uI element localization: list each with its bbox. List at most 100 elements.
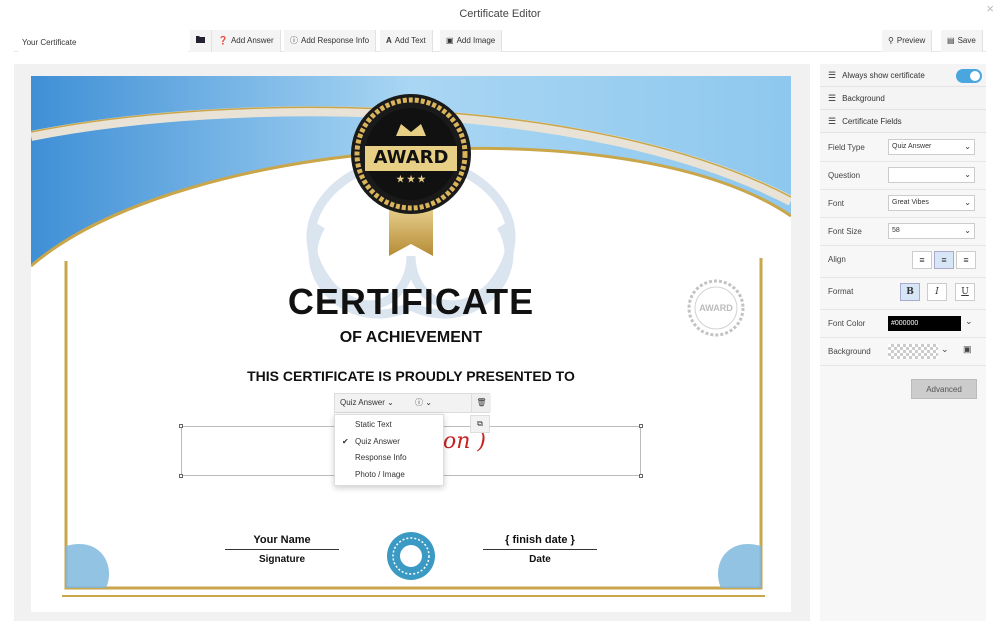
question-row: Question ⌄ [820,162,986,190]
info-icon: ⓘ [290,36,298,45]
chevron-down-icon: ⌄ [387,398,394,407]
dropdown-option-response-info[interactable]: Response Info [335,450,443,467]
chevron-down-icon: ⌄ [425,398,432,407]
question-select[interactable]: ⓘ ⌄ [415,394,432,412]
question-panel-select[interactable]: ⌄ [888,167,975,183]
question-circle-icon: ❓ [218,36,228,45]
signature-name: Your Name [225,534,339,550]
background-header-label: Background [842,94,885,103]
add-text-button[interactable]: A Add Text [380,30,433,52]
chevron-down-icon[interactable]: ⌄ [965,316,973,327]
resize-handle-tr[interactable] [639,424,643,428]
date-value: { finish date } [483,534,597,550]
trash-icon: 🗑 [476,398,487,407]
always-show-toggle[interactable] [956,69,982,83]
align-left-button[interactable]: ≡ [912,251,932,269]
underline-button[interactable]: U [955,283,975,301]
field-type-dropdown: Static Text ✔ Quiz Answer Response Info P… [334,414,444,486]
properties-panel: ☰ Always show certificate ☰ Background ☰ Ce… [820,64,986,621]
folder-button[interactable] [190,30,212,52]
bold-button[interactable]: B [900,283,920,301]
resize-handle-tl[interactable] [179,424,183,428]
certificate-page: AWARD ★ ★ ★ AWARD CERTIFICATE OF ACHIEVE… [31,76,791,612]
add-response-info-button[interactable]: ⓘ Add Response Info [284,30,377,52]
medal-label: AWARD [373,147,449,168]
option-label: Quiz Answer [355,436,400,446]
format-label: Format [828,287,854,296]
dropdown-option-quiz-answer[interactable]: ✔ Quiz Answer [335,434,443,451]
align-right-button[interactable]: ≡ [956,251,976,269]
align-row: Align ≡ ≡ ≡ [820,246,986,278]
align-center-icon: ≡ [941,255,947,265]
background-section-header[interactable]: ☰ Background [820,87,986,110]
preview-label: Preview [896,36,926,45]
close-icon[interactable]: × [986,1,994,16]
background-label: Background [828,347,871,356]
option-label: Photo / Image [355,469,405,479]
add-text-label: Add Text [394,36,426,45]
save-button[interactable]: ▤ Save [941,30,983,52]
field-type-row: Field Type Quiz Answer ⌄ [820,134,986,162]
format-row: Format B I U [820,278,986,310]
italic-button[interactable]: I [927,283,947,301]
editor-toolbar: ❓Add Answer ⓘAdd Response Info AAdd Text… [14,30,986,52]
date-block: { finish date } Date [483,534,597,565]
always-show-label: Always show certificate [842,71,925,80]
dropdown-option-photo-image[interactable]: Photo / Image [335,467,443,484]
preview-button[interactable]: ⚲ Preview [882,30,933,52]
add-image-label: Add Image [456,36,496,45]
font-size-select[interactable]: 58 ⌄ [888,223,975,239]
font-value: Great Vibes [892,199,929,206]
advanced-button[interactable]: Advanced [911,379,977,399]
always-show-row: ☰ Always show certificate [820,64,986,87]
background-color-swatch[interactable] [888,344,938,359]
align-right-icon: ≡ [963,255,969,265]
certificate-subtitle: OF ACHIEVEMENT [339,329,483,346]
delete-field-button[interactable]: 🗑 [471,394,491,412]
resize-handle-bl[interactable] [179,474,183,478]
chevron-down-icon: ⌄ [964,142,971,151]
font-row: Font Great Vibes ⌄ [820,190,986,218]
medal-stars: ★ ★ ★ [396,174,426,184]
image-icon[interactable]: ▣ [963,344,972,355]
option-label: Static Text [355,420,392,429]
resize-handle-br[interactable] [639,474,643,478]
chevron-down-icon: ⌄ [964,198,971,207]
certificate-canvas: AWARD ★ ★ ★ AWARD CERTIFICATE OF ACHIEVE… [14,64,810,621]
certificate-fields-section-header[interactable]: ☰ Certificate Fields [820,110,986,133]
copy-icon: ⧉ [477,419,483,428]
seal-number: 1 [407,549,415,565]
font-size-label: Font Size [828,227,862,236]
question-label: Question [828,171,861,180]
menu-icon: ☰ [828,93,837,103]
certificate-editor-window: Certificate Editor × ❓Add Answer ⓘAdd Re… [0,0,1000,626]
add-image-button[interactable]: ▣ Add Image [440,30,503,52]
text-icon: A [386,36,392,45]
align-center-button[interactable]: ≡ [934,251,954,269]
folder-icon [196,36,205,45]
font-color-row: Font Color #000000 ⌄ [820,310,986,338]
signature-block: Your Name Signature [225,534,339,565]
align-label: Align [828,255,846,264]
certificate-name-input[interactable] [18,32,188,52]
font-size-value: 58 [892,227,900,234]
presented-to-text: THIS CERTIFICATE IS PROUDLY PRESENTED TO [247,368,575,384]
field-type-panel-select[interactable]: Quiz Answer ⌄ [888,139,975,155]
font-color-swatch[interactable]: #000000 [888,316,961,331]
align-left-icon: ≡ [919,255,925,265]
date-label: Date [529,554,551,565]
certificate-title: CERTIFICATE [287,281,535,322]
font-label: Font [828,199,845,208]
dropdown-option-static-text[interactable]: Static Text [335,417,443,434]
signature-label: Signature [258,554,306,565]
font-select[interactable]: Great Vibes ⌄ [888,195,975,211]
image-icon: ▣ [446,36,454,45]
question-circle-icon: ⓘ [415,398,423,407]
copy-field-button[interactable]: ⧉ [470,415,490,433]
fields-header-label: Certificate Fields [842,117,902,126]
add-answer-button[interactable]: ❓ Add Answer [212,30,281,52]
field-type-select[interactable]: Quiz Answer ⌄ [340,394,394,412]
chevron-down-icon[interactable]: ⌄ [941,344,949,355]
font-size-row: Font Size 58 ⌄ [820,218,986,246]
option-label: Response Info [355,453,407,462]
